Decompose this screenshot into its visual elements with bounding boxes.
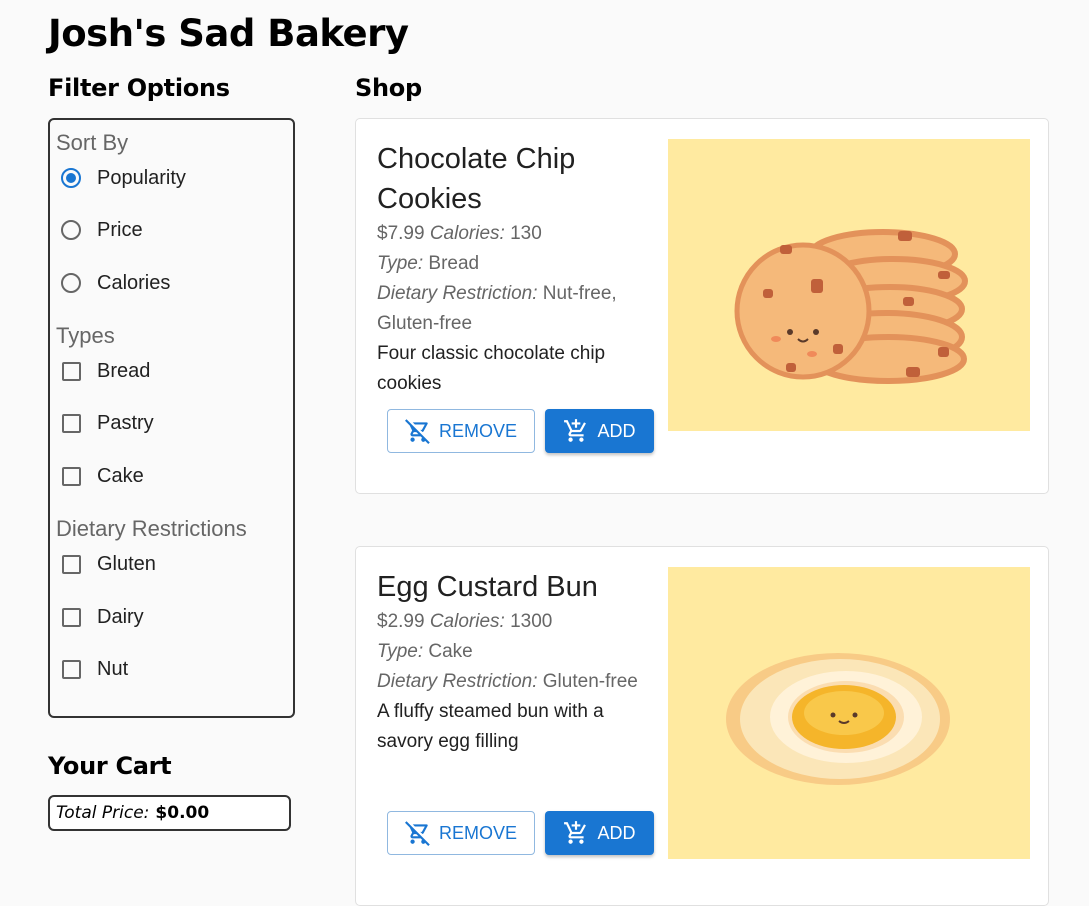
diet-option-dairy[interactable]: Dairy	[58, 602, 144, 632]
add-label: ADD	[597, 420, 636, 441]
diet-option-label: Dairy	[97, 605, 144, 628]
add-cart-icon	[564, 821, 587, 844]
remove-cart-icon	[404, 419, 430, 444]
sort-option-calories[interactable]: Calories	[58, 268, 170, 298]
diet-option-label: Nut	[97, 657, 129, 680]
type-option-label: Cake	[97, 464, 144, 487]
diet-option-nut[interactable]: Nut	[58, 654, 128, 684]
filter-panel: Sort By Popularity Price Calories Types …	[48, 118, 295, 718]
product-calories: 130	[510, 223, 542, 244]
add-cart-icon	[564, 419, 587, 442]
checkbox-icon[interactable]	[62, 413, 81, 433]
product-type: Type: Cake	[377, 637, 667, 667]
shop-heading: Shop	[355, 74, 422, 102]
product-card: Chocolate Chip Cookies $7.99 Calories: 1…	[355, 118, 1049, 494]
radio-unchecked-icon[interactable]	[61, 220, 81, 240]
remove-label: REMOVE	[438, 822, 517, 843]
total-price-label: Total Price:	[56, 803, 150, 823]
product-type: Type: Bread	[377, 249, 667, 279]
type-option-label: Pastry	[97, 411, 154, 434]
diet-option-label: Gluten	[97, 552, 156, 575]
remove-cart-icon	[404, 821, 430, 846]
checkbox-icon[interactable]	[62, 466, 81, 486]
cart-heading: Your Cart	[48, 752, 172, 780]
sort-option-popularity[interactable]: Popularity	[58, 163, 186, 193]
product-price: $2.99	[377, 611, 425, 632]
checkbox-icon[interactable]	[62, 554, 81, 574]
sort-option-price[interactable]: Price	[58, 215, 143, 245]
checkbox-icon[interactable]	[62, 361, 81, 381]
type-option-pastry[interactable]: Pastry	[58, 408, 154, 438]
type-option-cake[interactable]: Cake	[58, 461, 144, 491]
product-name: Chocolate Chip Cookies	[377, 143, 576, 215]
cart-total: Total Price: $0.00	[48, 795, 291, 831]
sort-option-label: Popularity	[97, 166, 186, 189]
checkbox-icon[interactable]	[62, 659, 81, 679]
type-label: Type:	[377, 253, 424, 274]
type-option-label: Bread	[97, 359, 151, 382]
dietary-label: Dietary Restrictions	[56, 516, 247, 541]
total-price-value: $0.00	[155, 803, 210, 823]
product-diet: Dietary Restriction: Gluten-free	[377, 667, 667, 697]
egg-custard-bun-illustration	[668, 567, 1030, 859]
product-type-value: Bread	[428, 253, 480, 274]
remove-label: REMOVE	[438, 420, 517, 441]
product-name: Egg Custard Bun	[377, 571, 598, 603]
types-label: Types	[56, 323, 115, 348]
sort-by-label: Sort By	[56, 130, 129, 155]
filter-heading: Filter Options	[48, 74, 230, 102]
product-description: A fluffy steamed bun with a savory egg f…	[377, 701, 604, 752]
add-button[interactable]: ADD	[545, 811, 654, 855]
remove-button[interactable]: REMOVE	[387, 409, 535, 453]
product-diet: Dietary Restriction: Nut-free, Gluten-fr…	[377, 279, 647, 339]
calories-label: Calories:	[429, 223, 505, 244]
cookies-illustration	[668, 139, 1030, 431]
remove-button[interactable]: REMOVE	[387, 811, 535, 855]
calories-label: Calories:	[429, 611, 505, 632]
product-calories: 1300	[510, 611, 553, 632]
checkbox-icon[interactable]	[62, 607, 81, 627]
sort-option-label: Calories	[97, 271, 171, 294]
add-label: ADD	[597, 822, 636, 843]
product-card: Egg Custard Bun $2.99 Calories: 1300 Typ…	[355, 546, 1049, 906]
app-title: Josh's Sad Bakery	[48, 12, 409, 55]
product-diet-value: Gluten-free	[542, 671, 638, 692]
product-description: Four classic chocolate chip cookies	[377, 343, 606, 394]
product-price-calories: $7.99 Calories: 130	[377, 219, 667, 249]
product-price: $7.99	[377, 223, 425, 244]
diet-label: Dietary Restriction:	[377, 671, 538, 692]
add-button[interactable]: ADD	[545, 409, 654, 453]
diet-option-gluten[interactable]: Gluten	[58, 549, 156, 579]
diet-label: Dietary Restriction:	[377, 283, 538, 304]
product-price-calories: $2.99 Calories: 1300	[377, 607, 667, 637]
radio-checked-icon[interactable]	[61, 168, 81, 188]
sort-option-label: Price	[97, 218, 143, 241]
type-option-bread[interactable]: Bread	[58, 356, 150, 386]
product-type-value: Cake	[428, 641, 473, 662]
radio-unchecked-icon[interactable]	[61, 273, 81, 293]
type-label: Type:	[377, 641, 424, 662]
